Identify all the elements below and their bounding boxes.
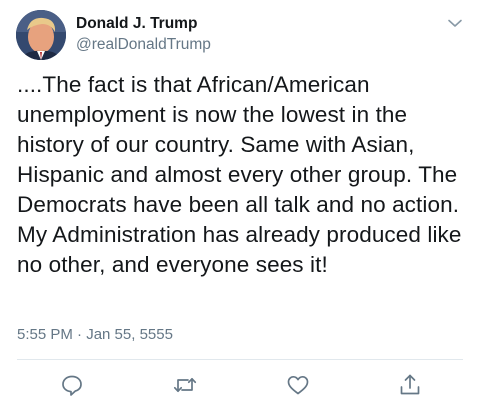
retweet-button[interactable] <box>172 372 198 398</box>
user-handle[interactable]: @realDonaldTrump <box>76 35 211 55</box>
reply-button[interactable] <box>59 372 85 398</box>
avatar[interactable] <box>16 10 66 60</box>
profile-photo-icon <box>16 10 66 60</box>
tweet-header: Donald J. Trump @realDonaldTrump <box>16 10 464 66</box>
share-button[interactable] <box>397 372 423 398</box>
tweet-actions <box>0 372 480 398</box>
reply-icon <box>62 375 82 396</box>
like-button[interactable] <box>285 372 311 398</box>
divider <box>17 359 463 360</box>
tweet-timestamp[interactable]: 5:55 PM · Jan 55, 5555 <box>17 325 173 345</box>
retweet-icon <box>173 377 197 393</box>
tweet-menu-button[interactable] <box>446 14 464 32</box>
author-names: Donald J. Trump @realDonaldTrump <box>76 14 211 55</box>
tweet-text: ....The fact is that African/American un… <box>17 72 462 277</box>
chevron-down-icon <box>448 19 462 27</box>
share-icon <box>400 374 420 395</box>
tweet-card: Donald J. Trump @realDonaldTrump ....The… <box>0 0 480 410</box>
display-name[interactable]: Donald J. Trump <box>76 14 211 34</box>
heart-icon <box>287 375 309 395</box>
